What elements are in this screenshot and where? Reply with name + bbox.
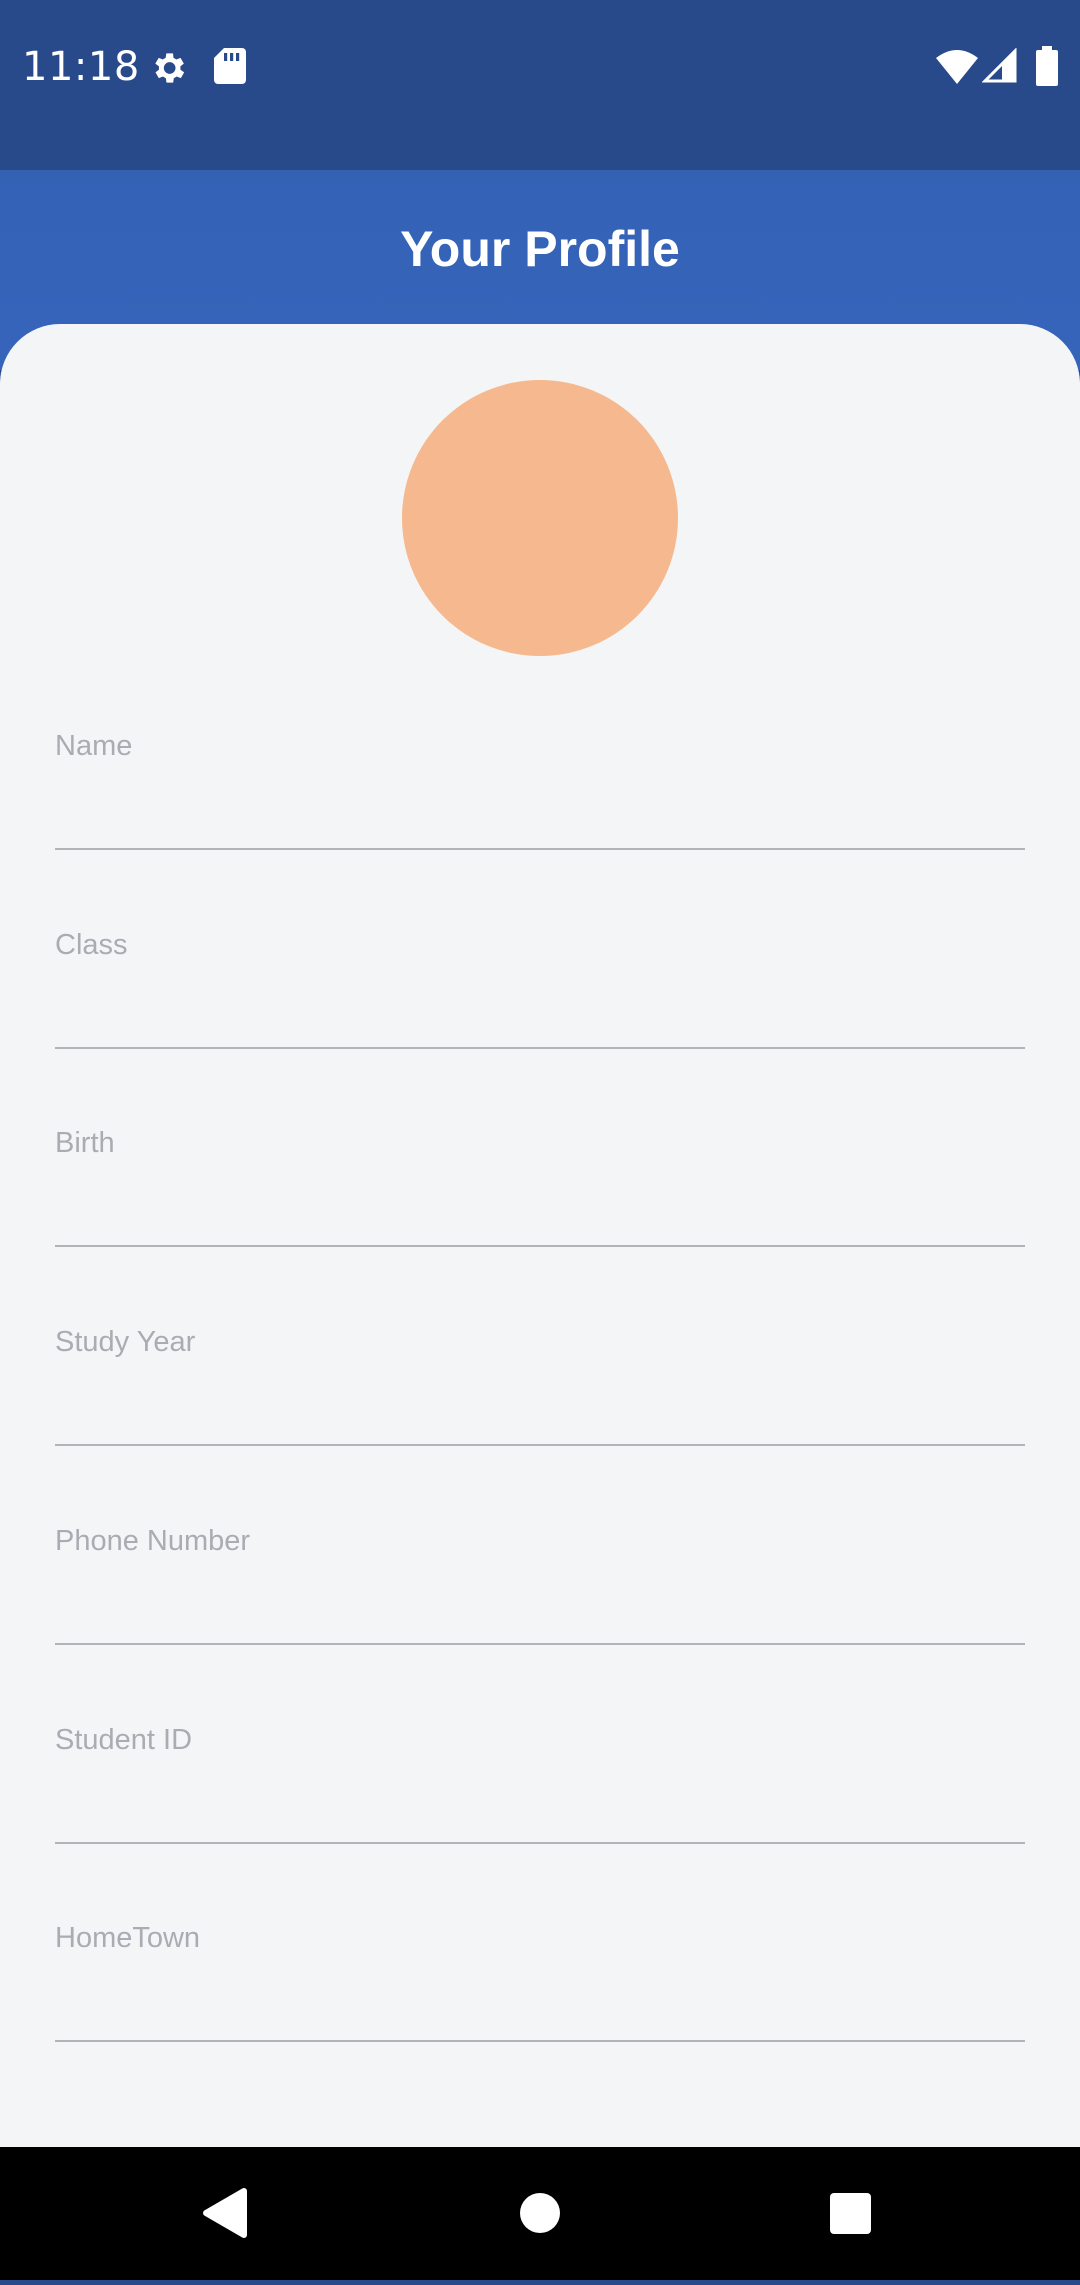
birth-input[interactable] bbox=[55, 1175, 1025, 1247]
wifi-icon bbox=[936, 50, 978, 89]
phone-number-input[interactable] bbox=[55, 1573, 1025, 1645]
student-id-input[interactable] bbox=[55, 1772, 1025, 1844]
student-id-label: Student ID bbox=[55, 1724, 193, 1756]
class-label: Class bbox=[55, 929, 128, 961]
name-input[interactable] bbox=[55, 778, 1025, 850]
battery-icon bbox=[1036, 46, 1058, 91]
recents-icon bbox=[830, 2193, 871, 2234]
gear-icon bbox=[148, 48, 188, 93]
home-icon bbox=[520, 2193, 560, 2233]
study-year-label: Study Year bbox=[55, 1326, 196, 1358]
study-year-input[interactable] bbox=[55, 1374, 1025, 1446]
birth-field: Birth bbox=[55, 1127, 1025, 1267]
hometown-label: HomeTown bbox=[55, 1922, 201, 1954]
navigation-bar bbox=[0, 2147, 1080, 2280]
class-input[interactable] bbox=[55, 977, 1025, 1049]
status-bar: 11:18 bbox=[0, 0, 1080, 170]
phone-number-field: Phone Number bbox=[55, 1525, 1025, 1665]
avatar[interactable] bbox=[402, 380, 678, 656]
sd-card-icon bbox=[214, 48, 246, 89]
profile-card: Name Class Birth Study Year Phone Number… bbox=[0, 324, 1080, 2147]
cell-signal-icon bbox=[981, 47, 1018, 89]
recents-button[interactable] bbox=[770, 2147, 930, 2280]
back-icon bbox=[203, 2188, 247, 2238]
page-title: Your Profile bbox=[400, 221, 680, 277]
student-id-field: Student ID bbox=[55, 1724, 1025, 1864]
hometown-field: HomeTown bbox=[55, 1922, 1025, 2062]
back-button[interactable] bbox=[146, 2147, 306, 2280]
name-field: Name bbox=[55, 730, 1025, 870]
birth-label: Birth bbox=[55, 1127, 115, 1159]
home-button[interactable] bbox=[460, 2147, 620, 2280]
phone-number-label: Phone Number bbox=[55, 1525, 251, 1557]
class-field: Class bbox=[55, 929, 1025, 1069]
name-label: Name bbox=[55, 730, 133, 762]
status-time: 11:18 bbox=[22, 44, 140, 90]
study-year-field: Study Year bbox=[55, 1326, 1025, 1466]
hometown-input[interactable] bbox=[55, 1970, 1025, 2042]
